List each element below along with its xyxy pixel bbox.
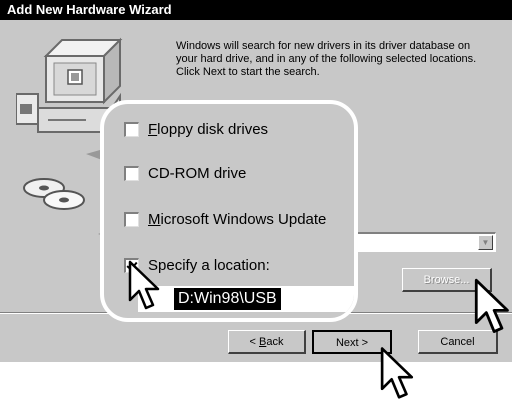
- option-label: Specify a location:: [148, 257, 270, 274]
- option-label: CD-ROM drive: [148, 165, 246, 182]
- mouse-cursor-icon: [474, 278, 509, 333]
- zoom-callout: Floppy disk drives CD-ROM drive Microsof…: [100, 100, 358, 322]
- windows-update-checkbox[interactable]: [124, 211, 139, 227]
- mouse-cursor-icon: [380, 347, 414, 399]
- location-input[interactable]: D:Win98\USB: [138, 286, 354, 312]
- option-text: Specify a location:: [148, 256, 270, 274]
- location-value: D:Win98\USB: [174, 288, 281, 310]
- mouse-cursor-icon: [128, 260, 160, 310]
- dropdown-arrow-icon[interactable]: ▼: [478, 235, 493, 250]
- wizard-window: Add New Hardware Wizard Windows will sea…: [0, 0, 512, 362]
- title-bar: Add New Hardware Wizard: [0, 0, 512, 20]
- option-mnemonic: F: [148, 120, 158, 138]
- option-windows-update[interactable]: Microsoft Windows Update: [124, 208, 326, 230]
- option-label: Microsoft Windows Update: [148, 211, 326, 228]
- back-button[interactable]: < Back: [228, 330, 306, 354]
- location-combobox-bg[interactable]: ▼: [356, 232, 496, 252]
- option-text: loppy disk drives: [157, 120, 269, 138]
- option-text: icrosoft Windows Update: [160, 210, 327, 228]
- window-title: Add New Hardware Wizard: [7, 2, 172, 17]
- cd-disc-icon: [23, 178, 85, 210]
- option-floppy[interactable]: Floppy disk drives: [124, 118, 268, 140]
- option-label: Floppy disk drives: [148, 121, 268, 138]
- option-mnemonic: M: [148, 210, 161, 228]
- back-button-rest: ack: [266, 336, 284, 348]
- option-cdrom[interactable]: CD-ROM drive: [124, 162, 246, 184]
- cdrom-checkbox[interactable]: [124, 165, 139, 181]
- description-text: Windows will search for new drivers in i…: [176, 40, 477, 78]
- floppy-checkbox[interactable]: [124, 121, 139, 137]
- option-text: CD-ROM drive: [148, 164, 247, 182]
- back-button-prefix: <: [249, 336, 259, 348]
